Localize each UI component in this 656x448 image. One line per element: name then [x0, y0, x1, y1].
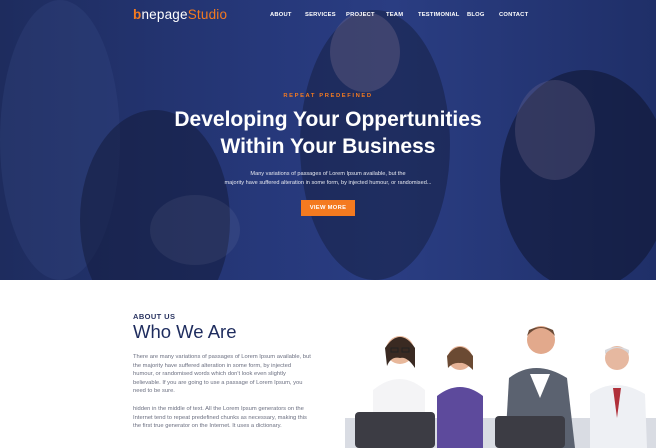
team-member-4	[590, 346, 647, 448]
team-photo	[345, 318, 656, 448]
nav-contact[interactable]: CONTACT	[499, 12, 528, 18]
hero-eyebrow: REPEAT PREDEFINED	[283, 93, 373, 99]
nav-testimonial[interactable]: TESTIMONIAL	[418, 12, 460, 18]
brand-logo[interactable]: bnepageStudio	[133, 7, 227, 22]
navbar: bnepageStudio ABOUT SERVICES PROJECT TEA…	[0, 0, 656, 30]
nav-about[interactable]: ABOUT	[270, 12, 292, 18]
about-paragraph-1: There are many variations of passages of…	[133, 354, 311, 395]
hero-section: bnepageStudio ABOUT SERVICES PROJECT TEA…	[0, 0, 656, 280]
logo-studio: Studio	[187, 7, 228, 22]
team-photo-illustration	[345, 326, 656, 448]
nav-project[interactable]: PROJECT	[346, 12, 375, 18]
about-paragraph-2: hidden in the middle of text. All the Lo…	[133, 406, 307, 430]
view-more-button[interactable]: VIEW MORE	[301, 200, 355, 216]
nav-services[interactable]: SERVICES	[305, 12, 336, 18]
hero-photo-laptop	[150, 195, 240, 265]
about-title: Who We Are	[133, 321, 237, 342]
chair-2	[495, 416, 565, 448]
chair-1	[355, 412, 435, 448]
logo-name: nepage	[141, 7, 188, 22]
nav-team[interactable]: TEAM	[386, 12, 403, 18]
hero-headline-line1: Developing Your Oppertunities	[174, 108, 482, 131]
about-eyebrow: ABOUT US	[133, 312, 176, 321]
hero-headline-line2: Within Your Business	[220, 135, 436, 158]
nav-blog[interactable]: BLOG	[467, 12, 485, 18]
team-member-2	[437, 346, 483, 448]
hero-subtext-line2: majority have suffered alteration in som…	[224, 180, 432, 186]
